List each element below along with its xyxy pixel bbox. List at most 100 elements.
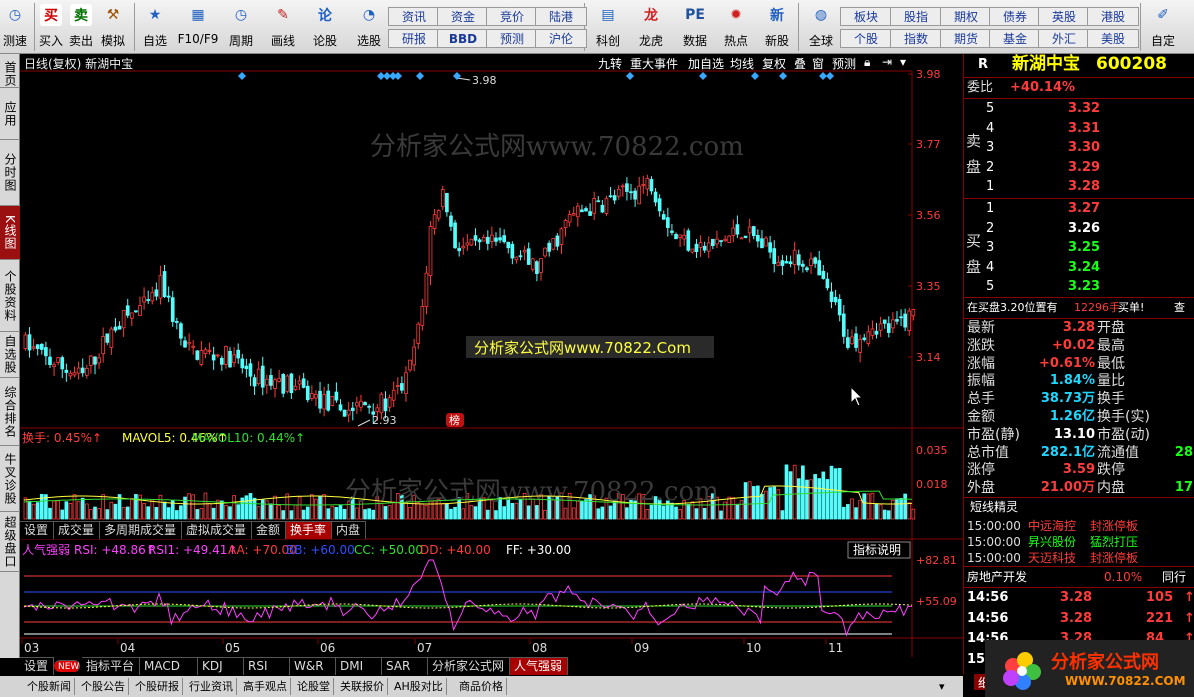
left-tab-7[interactable]: 牛叉诊股 <box>0 446 20 512</box>
left-tab-3[interactable]: K线图 <box>0 206 20 260</box>
toolbar-button-5[interactable]: ▦ F10/F9 <box>176 4 220 52</box>
quick-button-竞价[interactable]: 竞价 <box>486 7 538 26</box>
short-row[interactable]: 15:00:00 天迈科技 封涨停板 <box>964 549 1194 567</box>
buy-level-row[interactable]: 5 3.23 <box>964 278 1194 296</box>
big-order-notice[interactable]: 在买盘3.20位置有 12296手 买单! 查 <box>964 299 1194 317</box>
news-link-7[interactable]: AH股对比 <box>391 678 447 695</box>
left-tab-5[interactable]: 自选股 <box>0 332 20 378</box>
quick-button-英股[interactable]: 英股 <box>1038 7 1090 26</box>
sell-level-row[interactable]: 1 3.28 <box>964 178 1194 196</box>
news-link-1[interactable]: 个股公告 <box>78 678 129 695</box>
sell-level-row[interactable]: 3 3.30 <box>964 139 1194 157</box>
left-tab-8[interactable]: 超级盘口 <box>0 512 20 572</box>
kline-chart[interactable]: 3.98 3.77 3.56 3.35 3.14 3.98 2.93 分析家公式网www.70… <box>20 54 963 657</box>
buy-level-row[interactable]: 1 3.27 <box>964 200 1194 218</box>
ind-tab-6[interactable]: W&R <box>290 657 336 675</box>
quick-button-资金[interactable]: 资金 <box>437 7 489 26</box>
ind-tab-7[interactable]: DMI <box>336 657 382 675</box>
buy-level-row[interactable]: 4 3.24 <box>964 259 1194 277</box>
quick-button-资讯[interactable]: 资讯 <box>388 7 440 26</box>
event-diamond-icon[interactable] <box>699 72 707 80</box>
toolbar-button-15[interactable]: ◍ 全球 <box>806 4 836 52</box>
toolbar-button-0[interactable]: ◷ 测速 <box>0 4 30 52</box>
event-diamond-icon[interactable] <box>626 72 634 80</box>
ind-tab-3[interactable]: MACD <box>140 657 198 675</box>
quick-button-板块[interactable]: 板块 <box>840 7 892 26</box>
quick-button-预测[interactable]: 预测 <box>486 29 538 48</box>
event-diamond-icon[interactable] <box>751 72 759 80</box>
quick-button-陆港[interactable]: 陆港 <box>535 7 587 26</box>
buy-level-row[interactable]: 2 3.26 <box>964 220 1194 238</box>
ind-tab-9[interactable]: 分析家公式网 <box>428 657 510 675</box>
left-tab-0[interactable]: 首页 <box>0 60 20 88</box>
quick-button-期货[interactable]: 期货 <box>940 29 992 48</box>
left-tab-6[interactable]: 综合排名 <box>0 378 20 446</box>
quick-button-BBD[interactable]: BBD <box>437 29 489 48</box>
toolbar-button-7[interactable]: ✎ 画线 <box>268 4 298 52</box>
vol-tab-4[interactable]: 金额 <box>252 521 286 539</box>
sell-level-row[interactable]: 5 3.32 <box>964 100 1194 118</box>
quick-button-基金[interactable]: 基金 <box>989 29 1041 48</box>
news-link-4[interactable]: 高手观点 <box>240 678 291 695</box>
ind-tab-8[interactable]: SAR <box>382 657 428 675</box>
quick-button-美股[interactable]: 美股 <box>1087 29 1139 48</box>
toolbar-button-4[interactable]: ★ 自选 <box>140 4 170 52</box>
vol-tab-2[interactable]: 多周期成交量 <box>100 521 182 539</box>
toolbar-button-6[interactable]: ◷ 周期 <box>226 4 256 52</box>
vol-tab-5[interactable]: 换手率 <box>286 521 332 539</box>
left-tab-4[interactable]: 个股资料 <box>0 260 20 332</box>
statusbar-dropdown-icon[interactable]: ▾ <box>936 678 948 695</box>
event-diamond-icon[interactable] <box>779 72 787 80</box>
news-link-0[interactable]: 个股新闻 <box>24 678 75 695</box>
sector-row[interactable]: 房地产开发 0.10% 同行 <box>964 568 1194 586</box>
toolbar-button-12[interactable]: PE 数据 <box>680 4 710 52</box>
event-diamond-icon[interactable] <box>238 72 246 80</box>
sell-level-row[interactable]: 2 3.29 <box>964 159 1194 177</box>
ind-tab-10[interactable]: 人气强弱 <box>510 657 568 675</box>
news-link-8[interactable]: 商品价格 <box>456 678 507 695</box>
news-link-3[interactable]: 行业资讯 <box>186 678 237 695</box>
toolbar-button-14[interactable]: 新新股 <box>762 4 792 52</box>
event-diamonds[interactable] <box>238 72 834 80</box>
toolbar-button-13[interactable]: ✹ 热点 <box>721 4 751 52</box>
ind-tab-2[interactable]: 指标平台 <box>82 657 140 675</box>
event-diamond-icon[interactable] <box>416 72 424 80</box>
event-diamond-icon[interactable] <box>819 72 827 80</box>
toolbar-button-11[interactable]: 龙龙虎 <box>636 4 666 52</box>
quick-button-研报[interactable]: 研报 <box>388 29 440 48</box>
peer-button[interactable]: 同行 <box>1162 568 1186 586</box>
toolbar-button-1[interactable]: 买买入 <box>36 4 66 52</box>
quick-button-债券[interactable]: 债券 <box>989 7 1041 26</box>
toolbar-button-8[interactable]: 论论股 <box>310 4 340 52</box>
vol-tab-1[interactable]: 成交量 <box>54 521 100 539</box>
vol-tab-6[interactable]: 内盘 <box>332 521 366 539</box>
toolbar-button-16[interactable]: ✐ 自定 <box>1148 4 1178 52</box>
event-diamond-icon[interactable] <box>394 72 402 80</box>
buy-level-row[interactable]: 3 3.25 <box>964 239 1194 257</box>
notice-check-button[interactable]: 查 <box>1174 299 1185 317</box>
toolbar-button-3[interactable]: ⚒ 模拟 <box>98 4 128 52</box>
quick-button-指数[interactable]: 指数 <box>890 29 942 48</box>
toolbar-button-10[interactable]: ▤ 科创 <box>593 4 623 52</box>
toolbar-button-2[interactable]: 卖卖出 <box>66 4 96 52</box>
news-link-2[interactable]: 个股研报 <box>132 678 183 695</box>
ind-tab-1[interactable]: NEW <box>54 660 80 672</box>
quick-button-外汇[interactable]: 外汇 <box>1038 29 1090 48</box>
ind-tab-0[interactable]: 设置 <box>20 657 54 675</box>
vol-tab-0[interactable]: 设置 <box>20 521 54 539</box>
ind-tab-5[interactable]: RSI <box>244 657 290 675</box>
news-link-6[interactable]: 关联报价 <box>337 678 388 695</box>
quick-button-期权[interactable]: 期权 <box>940 7 992 26</box>
left-tab-2[interactable]: 分时图 <box>0 140 20 206</box>
quick-button-股指[interactable]: 股指 <box>890 7 942 26</box>
left-tab-1[interactable]: 应用 <box>0 88 20 140</box>
event-diamond-icon[interactable] <box>826 72 834 80</box>
toolbar-button-9[interactable]: ◔ 选股 <box>354 4 384 52</box>
news-link-5[interactable]: 论股堂 <box>294 678 334 695</box>
ind-tab-4[interactable]: KDJ <box>198 657 244 675</box>
vol-tab-3[interactable]: 虚拟成交量 <box>182 521 252 539</box>
sell-level-row[interactable]: 4 3.31 <box>964 120 1194 138</box>
quick-button-个股[interactable]: 个股 <box>840 29 892 48</box>
quick-button-沪伦[interactable]: 沪伦 <box>535 29 587 48</box>
quick-button-港股[interactable]: 港股 <box>1087 7 1139 26</box>
